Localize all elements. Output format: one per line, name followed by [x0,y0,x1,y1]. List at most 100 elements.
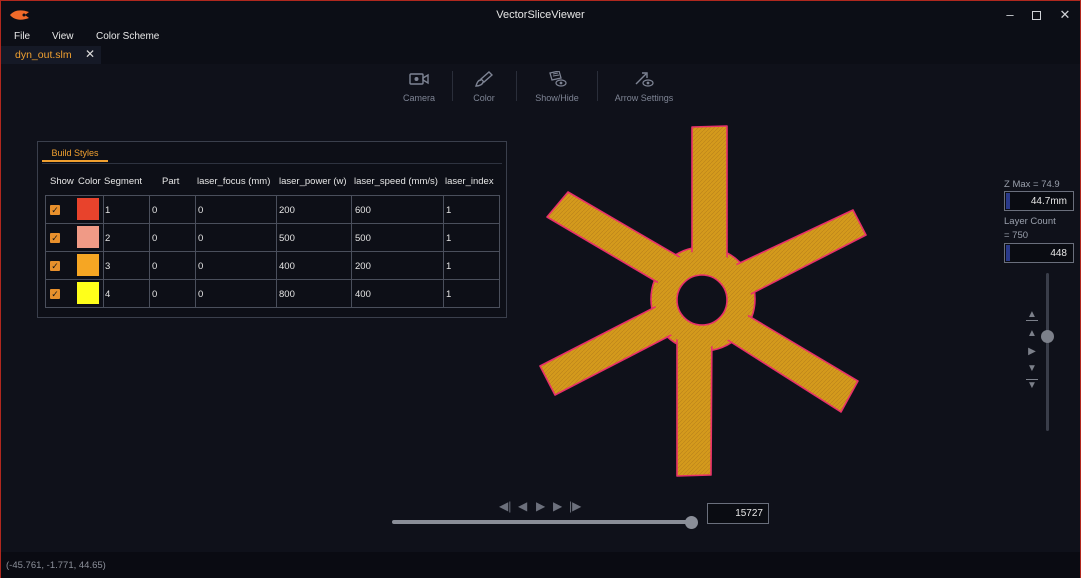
segment-cell: 3 [105,261,111,272]
table-row[interactable]: ✓ 1 0 0 200 600 1 [46,196,499,224]
tab-close-icon[interactable]: ✕ [85,47,95,61]
cell-divider [443,280,444,308]
close-icon: ✕ [1059,7,1071,22]
power-cell: 200 [279,205,295,216]
cell-divider [103,252,104,280]
cell-divider [103,224,104,252]
show-hide-button[interactable]: Show/Hide [531,71,583,103]
layer-field[interactable]: 448 [1004,243,1074,263]
index-cell: 1 [446,233,452,244]
segment-cell: 2 [105,233,111,244]
column-header-segment: Segment [104,176,143,187]
speed-cell: 400 [355,289,371,300]
power-cell: 800 [279,289,295,300]
toolbar-separator [452,71,453,101]
column-header-laser-speed: laser_speed (mm/s) [354,176,438,187]
table-row[interactable]: ✓ 2 0 0 500 500 1 [46,224,499,252]
focus-cell: 0 [198,205,204,216]
color-label: Color [473,93,495,103]
skip-end-icon[interactable]: |▶ [569,499,581,513]
arrow-settings-label: Arrow Settings [614,93,674,103]
speed-cell: 200 [355,261,371,272]
menu-bar: File View Color Scheme [1,29,1080,46]
layer-down-icon[interactable]: ▼ [1026,363,1038,375]
cell-divider [195,280,196,308]
cell-divider [276,280,277,308]
cell-divider [276,196,277,224]
layer-top-icon[interactable]: ▲ [1026,309,1038,321]
cursor-coordinates: (-45.761, -1.771, 44.65) [6,560,106,571]
arrow-settings-button[interactable]: Arrow Settings [613,71,675,103]
show-checkbox[interactable]: ✓ [50,289,60,299]
camera-label: Camera [402,93,435,103]
camera-button[interactable]: Camera [397,71,441,103]
cell-divider [149,252,150,280]
segment-cell: 4 [105,289,111,300]
cell-divider [103,196,104,224]
app-window: VectorSliceViewer – ✕ File View Color Sc… [0,0,1081,578]
menu-file[interactable]: File [14,31,30,42]
part-cell: 0 [152,289,158,300]
maximize-icon [1031,11,1041,21]
status-bar: (-45.761, -1.771, 44.65) [1,552,1080,578]
paint-brush-icon [475,71,493,87]
slice-viewport[interactable] [531,119,876,484]
layer-bottom-icon[interactable]: ▼ [1026,379,1038,392]
step-back-icon[interactable]: ◀ [518,499,527,513]
z-height-indicator [1006,193,1010,209]
layer-play-icon[interactable]: ▶ [1026,346,1038,358]
minimize-button[interactable]: – [998,5,1022,25]
column-header-color: Color [78,176,101,187]
play-icon[interactable]: ▶ [536,499,545,513]
layer-slider-track[interactable] [1046,273,1049,431]
color-swatch[interactable] [77,198,99,220]
show-checkbox[interactable]: ✓ [50,261,60,271]
title-bar: VectorSliceViewer – ✕ [1,1,1080,29]
show-hide-label: Show/Hide [535,93,579,103]
arrow-settings-icon [635,72,654,87]
color-swatch[interactable] [77,226,99,248]
skip-start-icon[interactable]: ◀| [499,499,511,513]
index-cell: 1 [446,289,452,300]
cell-divider [195,196,196,224]
color-swatch[interactable] [77,282,99,304]
close-window-button[interactable]: ✕ [1053,5,1077,25]
column-header-show: Show [50,176,74,187]
column-header-laser-power: laser_power (w) [279,176,347,187]
build-styles-panel: Build Styles Show Color Segment Part las… [37,141,507,318]
tab-build-styles[interactable]: Build Styles [42,148,108,162]
menu-view[interactable]: View [52,31,74,42]
table-row[interactable]: ✓ 4 0 0 800 400 1 [46,280,499,308]
document-tab-bar: dyn_out.slm ✕ [1,46,1080,64]
part-cell: 0 [152,233,158,244]
step-forward-icon[interactable]: ▶ [553,499,562,513]
toolbar-separator [597,71,598,101]
window-title: VectorSliceViewer [496,9,585,21]
menu-color-scheme[interactable]: Color Scheme [96,31,159,42]
z-height-field[interactable]: 44.7mm [1004,191,1074,211]
maximize-button[interactable] [1024,5,1048,25]
layer-up-icon[interactable]: ▲ [1026,328,1038,340]
vector-index-field[interactable]: 15727 [707,503,769,524]
vector-slider-track[interactable] [392,520,692,524]
vector-index-value: 15727 [735,508,763,519]
speed-cell: 600 [355,205,371,216]
show-checkbox[interactable]: ✓ [50,205,60,215]
cell-divider [195,252,196,280]
layer-slider-thumb[interactable] [1041,330,1054,343]
color-swatch[interactable] [77,254,99,276]
panel-divider [42,163,502,164]
tab-dyn-out[interactable]: dyn_out.slm ✕ [1,46,101,64]
layer-value: 448 [1050,248,1067,259]
vector-slider-thumb[interactable] [685,516,698,529]
tab-label: dyn_out.slm [15,49,72,61]
camera-icon [409,73,429,85]
z-max-label: Z Max = 74.9 [1004,179,1060,190]
table-row[interactable]: ✓ 3 0 0 400 200 1 [46,252,499,280]
part-cell: 0 [152,261,158,272]
index-cell: 1 [446,261,452,272]
color-button[interactable]: Color [467,71,501,103]
cell-divider [276,224,277,252]
show-checkbox[interactable]: ✓ [50,233,60,243]
cell-divider [276,252,277,280]
